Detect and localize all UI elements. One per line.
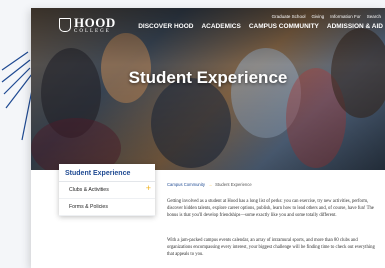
- utility-link-information-for[interactable]: Information For: [330, 14, 361, 19]
- side-menu-item-forms-policies[interactable]: Forms & Policies: [59, 199, 155, 216]
- hood-college-logo[interactable]: HOOD COLLEGE: [59, 16, 116, 34]
- plus-icon[interactable]: +: [146, 184, 151, 193]
- utility-links: Graduate School Giving Information For S…: [272, 14, 381, 19]
- side-menu-item-clubs-activities[interactable]: Clubs & Activities +: [59, 182, 155, 199]
- utility-link-giving[interactable]: Giving: [311, 14, 324, 19]
- nav-campus-community[interactable]: CAMPUS COMMUNITY: [249, 23, 319, 30]
- nav-academics[interactable]: ACADEMICS: [201, 23, 240, 30]
- content-paragraph-2: With a jam-packed campus events calendar…: [167, 238, 375, 258]
- side-menu-item-label: Clubs & Activities: [69, 187, 109, 193]
- section-side-menu: Student Experience Clubs & Activities + …: [59, 164, 155, 216]
- browser-page: HOOD COLLEGE Graduate School Giving Info…: [31, 8, 385, 268]
- utility-link-graduate-school[interactable]: Graduate School: [272, 14, 306, 19]
- content-paragraph-1: Getting involved as a student at Hood ha…: [167, 199, 374, 219]
- nav-admission-aid[interactable]: ADMISSION & AID: [327, 23, 383, 30]
- page-title: Student Experience: [128, 68, 288, 87]
- logo-name: HOOD: [74, 15, 116, 30]
- side-menu-item-label: Forms & Policies: [69, 204, 108, 210]
- breadcrumb-parent[interactable]: Campus Community: [167, 182, 205, 187]
- breadcrumb-current: Student Experience: [215, 182, 252, 187]
- logo-subtitle: COLLEGE: [74, 29, 111, 34]
- breadcrumb: Campus Community → Student Experience: [167, 182, 252, 187]
- breadcrumb-separator: →: [207, 182, 213, 187]
- shield-icon: [59, 18, 71, 32]
- side-menu-heading[interactable]: Student Experience: [59, 164, 155, 182]
- hero-banner: HOOD COLLEGE Graduate School Giving Info…: [31, 8, 385, 170]
- main-nav: DISCOVER HOOD ACADEMICS CAMPUS COMMUNITY…: [138, 23, 383, 30]
- utility-link-search[interactable]: Search: [367, 14, 381, 19]
- nav-discover-hood[interactable]: DISCOVER HOOD: [138, 23, 193, 30]
